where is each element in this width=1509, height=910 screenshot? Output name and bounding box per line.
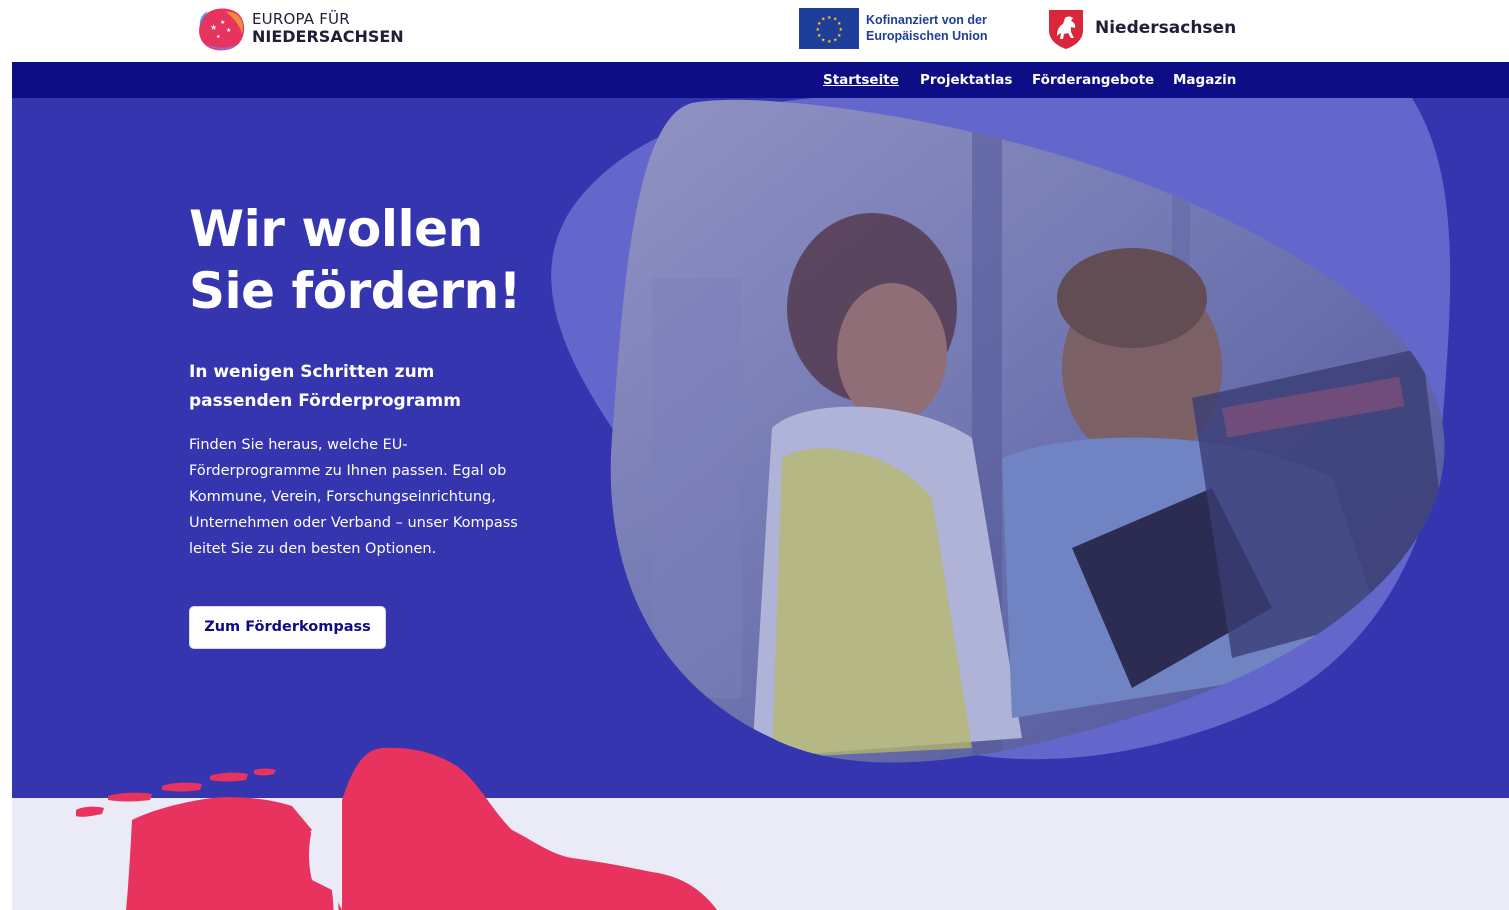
hero-title-line1: Wir wollen (189, 200, 483, 258)
eu-text-line1: Kofinanziert von der (866, 13, 987, 27)
hero-description: Finden Sie heraus, welche EU-Förderprogr… (189, 437, 518, 557)
hero-title-line2: Sie fördern! (189, 262, 522, 320)
svg-text:★: ★ (216, 34, 221, 40)
svg-text:★: ★ (837, 33, 842, 39)
main-navigation: Startseite Projektatlas Förderangebote M… (12, 62, 1509, 98)
eu-cofinanced-text: Kofinanziert von der Europäischen Union (866, 12, 1026, 44)
hero-subtitle-line2: passenden Förderprogramm (189, 391, 461, 411)
eu-flag-icon: ★ ★ ★ ★ ★ ★ ★ ★ ★ ★ ★ ★ (799, 8, 859, 49)
hero-subtitle: In wenigen Schritten zum passenden Förde… (189, 358, 519, 416)
site-logo[interactable]: ★ ★ ★ ★ EUROPA FÜR NIEDERSACHSEN (196, 6, 426, 54)
site-header: ★ ★ ★ ★ EUROPA FÜR NIEDERSACHSEN ★ ★ ★ ★… (0, 0, 1509, 62)
svg-text:★: ★ (226, 27, 231, 34)
state-name: Niedersachsen (1095, 18, 1237, 38)
nav-item-projektatlas[interactable]: Projektatlas (920, 72, 1012, 88)
svg-text:★: ★ (821, 38, 826, 44)
hero-section: Wir wollen Sie fördern! In wenigen Schri… (12, 98, 1509, 798)
eu-text-line2: Europäischen Union (866, 29, 988, 43)
hero-title: Wir wollen Sie fördern! (189, 198, 609, 322)
svg-text:★: ★ (817, 33, 822, 39)
logo-wordmark: EUROPA FÜR NIEDERSACHSEN (252, 10, 404, 46)
svg-text:★: ★ (220, 19, 225, 26)
niedersachsen-horse-icon (1049, 10, 1083, 49)
nav-item-magazin[interactable]: Magazin (1173, 72, 1236, 88)
logo-line2: NIEDERSACHSEN (252, 27, 404, 46)
svg-text:★: ★ (833, 38, 838, 44)
svg-text:★: ★ (816, 27, 821, 33)
niedersachsen-map (76, 747, 717, 910)
nav-item-foerderangebote[interactable]: Förderangebote (1032, 72, 1154, 88)
nav-list: Startseite Projektatlas Förderangebote M… (12, 62, 1509, 98)
hero-subtitle-line1: In wenigen Schritten zum (189, 362, 435, 382)
svg-text:★: ★ (827, 39, 832, 45)
svg-text:★: ★ (210, 23, 217, 32)
svg-text:★: ★ (821, 17, 826, 23)
nav-item-startseite[interactable]: Startseite (823, 72, 899, 88)
logo-line1: EUROPA FÜR (252, 10, 350, 28)
foerderkompass-button[interactable]: Zum Förderkompass (189, 606, 386, 649)
svg-text:★: ★ (827, 15, 832, 21)
europa-logo-icon: ★ ★ ★ ★ (199, 8, 245, 51)
